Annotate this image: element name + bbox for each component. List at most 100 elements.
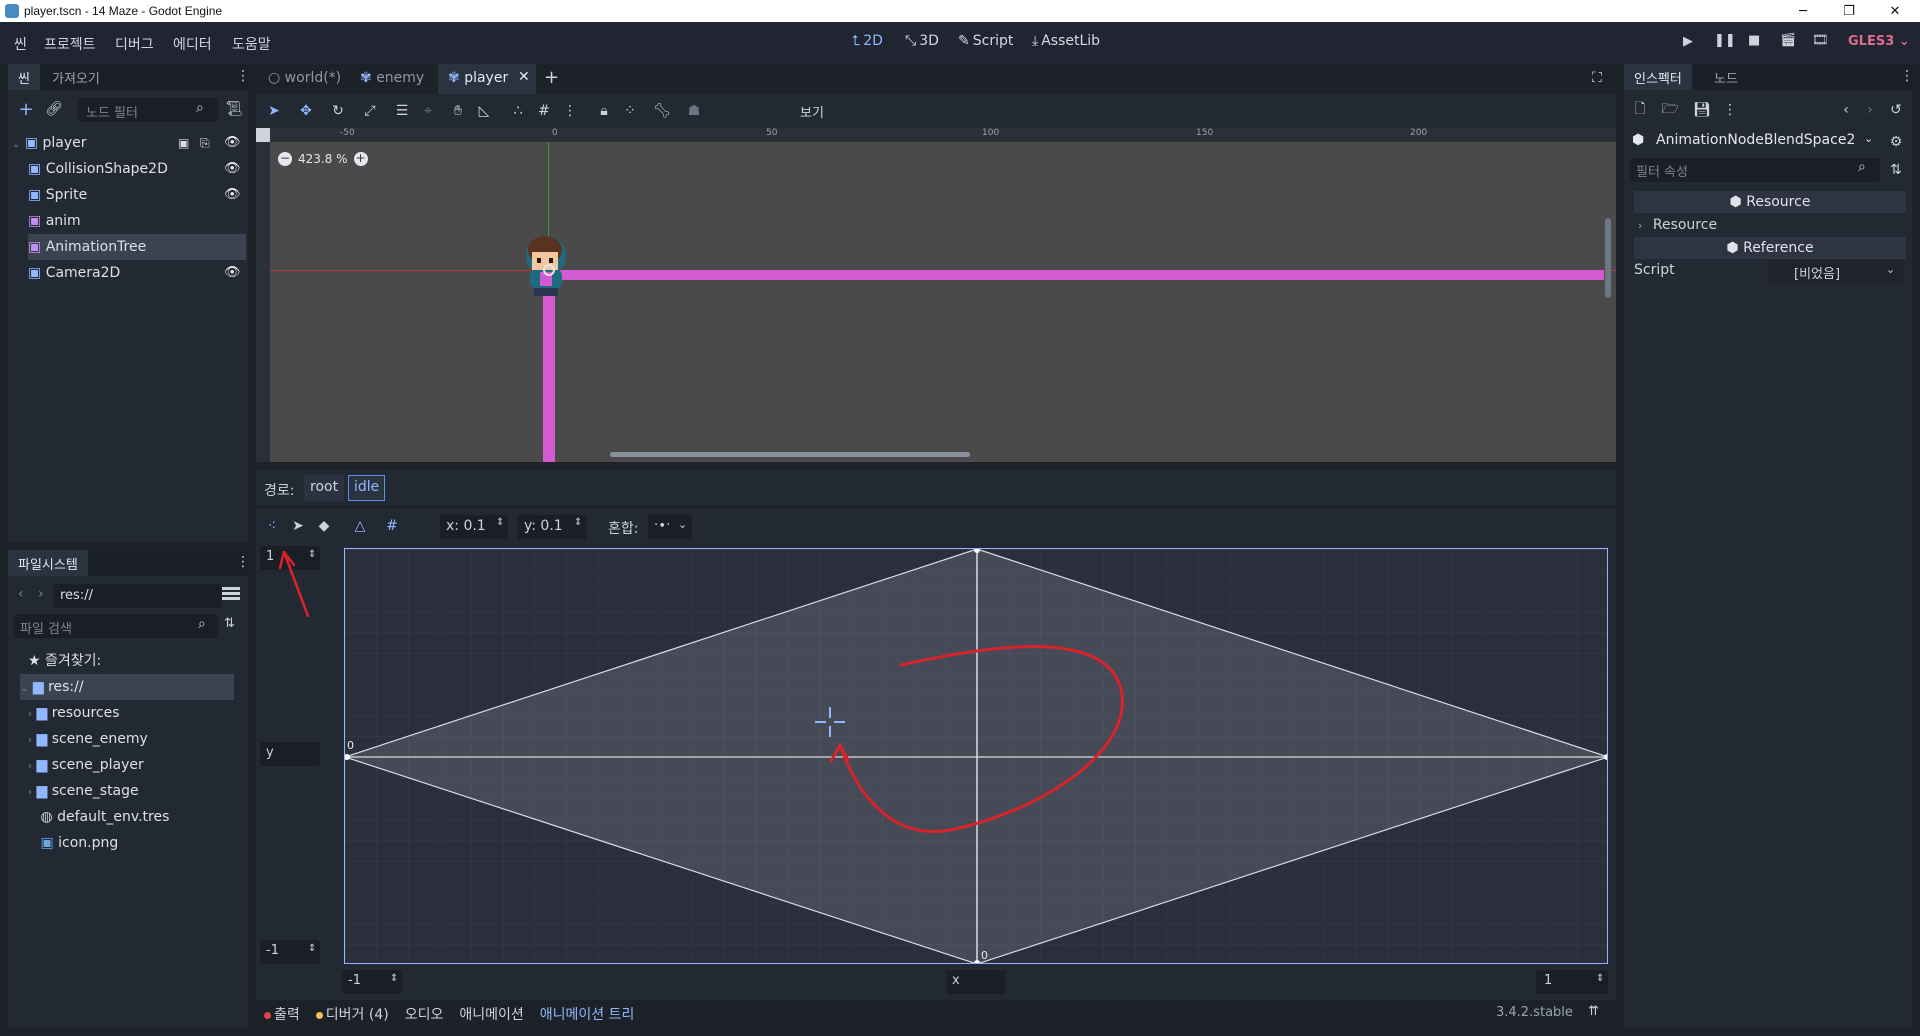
snap-x-spinbox[interactable]: x: 0.1 ⇕ [440, 515, 508, 539]
select-points-icon[interactable]: ➤ [286, 514, 310, 538]
visibility-icon[interactable]: 👁︎ [224, 182, 241, 208]
bottom-tab-3[interactable]: 애니메이션 [459, 1004, 523, 1026]
history-back-icon[interactable]: ‹ [1834, 98, 1858, 122]
group-icon[interactable]: ⁘ [618, 99, 642, 123]
play-scene-icon[interactable]: 🎬︎ [1780, 33, 1797, 48]
play-icon[interactable]: ▶ [1683, 34, 1693, 49]
file-item[interactable]: ◍ default_env.tres [28, 804, 169, 830]
mode-assetlib-button[interactable]: ⤓ AssetLib [1032, 33, 1100, 49]
scene-tab-player[interactable]: ✾ player ✕ [438, 64, 536, 94]
sort-icon[interactable]: ⇅ [224, 616, 235, 631]
menu-project[interactable]: 프로젝트 [44, 34, 96, 54]
property-filter-input[interactable]: 필터 속성 ⌕ [1630, 158, 1880, 182]
smart-snap-icon[interactable]: ∴ [506, 99, 530, 123]
folder-item[interactable]: › ▆ scene_stage [28, 778, 139, 804]
instance-scene-icon[interactable]: 🔗︎ [42, 97, 66, 121]
scene-node-sprite[interactable]: ▣ Sprite 👁︎ [28, 182, 246, 208]
camera-override-icon[interactable]: ☗ [682, 99, 706, 123]
close-window-button[interactable]: ✕ [1872, 0, 1918, 22]
create-points-icon[interactable]: ⁖ [260, 514, 284, 538]
visibility-icon[interactable]: 👁︎ [224, 260, 241, 286]
vertical-scrollbar[interactable] [1605, 218, 1611, 298]
blend-space-canvas[interactable]: 0 0 [344, 548, 1608, 964]
renderer-select[interactable]: GLES3 ⌄ [1848, 34, 1910, 49]
restore-button[interactable]: ❐ [1826, 0, 1872, 22]
folder-res-root[interactable]: ⌄ ▆ res:// [20, 674, 234, 700]
file-search-input[interactable]: 파일 검색 ⌕ [14, 614, 218, 638]
scene-node-animationtree[interactable]: ▣ AnimationTree [28, 234, 246, 260]
play-custom-scene-icon[interactable]: 🎞︎ [1812, 33, 1829, 48]
menu-scene[interactable]: 씬 [14, 34, 27, 54]
resource-menu-icon[interactable]: ⋮ [1718, 98, 1742, 122]
skeleton-icon[interactable]: 🦴︎ [650, 99, 674, 123]
scene-tab-enemy[interactable]: ✾ enemy [360, 70, 424, 86]
x-label-field[interactable]: x [946, 970, 1006, 994]
history-forward-icon[interactable]: › [1858, 98, 1882, 122]
history-icon[interactable]: ↺ [1884, 98, 1908, 122]
node-filter-input[interactable]: 노드 필터 ⌕ [78, 98, 218, 122]
horizontal-scrollbar[interactable] [610, 452, 970, 457]
property-options-icon[interactable]: ⇅ [1884, 158, 1908, 182]
bottom-tab-1[interactable]: 디버거 (4) [315, 1004, 389, 1026]
erase-points-icon[interactable]: ◆ [312, 514, 336, 538]
bottom-tab-4[interactable]: 애니메이션 트리 [540, 1004, 635, 1026]
rotate-mode-icon[interactable]: ↻ [326, 99, 350, 123]
back-icon[interactable]: ‹ [18, 586, 24, 602]
pan-mode-icon[interactable]: ✋︎ [446, 99, 470, 123]
snap-y-spinbox[interactable]: y: 0.1 ⇕ [518, 515, 586, 539]
path-field[interactable]: res:// [54, 584, 222, 608]
bottom-tab-2[interactable]: 오디오 [405, 1004, 444, 1026]
menu-help[interactable]: 도움말 [232, 34, 271, 54]
lock-icon[interactable]: 🔒︎ [592, 99, 616, 123]
ruler-mode-icon[interactable]: ◺ [472, 99, 496, 123]
path-idle-button[interactable]: idle [348, 475, 386, 501]
max-x-spinbox[interactable]: 1 ⇕ [1536, 970, 1608, 994]
add-tab-icon[interactable]: + [544, 67, 559, 88]
scene-node-camera2d[interactable]: ▣ Camera2D 👁︎ [28, 260, 246, 286]
script-property-value[interactable]: [비었음] ⌄ [1768, 260, 1904, 284]
section-resource[interactable]: ⬢ Resource [1634, 191, 1906, 213]
menu-editor[interactable]: 에디터 [173, 34, 212, 54]
visibility-icon[interactable]: 👁︎ [224, 130, 241, 156]
object-properties-icon[interactable]: ⚙ [1884, 130, 1908, 154]
min-x-spinbox[interactable]: -1 ⇕ [342, 970, 402, 994]
new-resource-icon[interactable]: 🗋︎ [1628, 98, 1652, 122]
folder-item[interactable]: › ▆ scene_player [28, 752, 144, 778]
attach-script-icon[interactable]: 📜︎ [222, 97, 246, 121]
subsection-resource[interactable]: › Resource [1634, 214, 1906, 236]
y-label-field[interactable]: y [260, 742, 320, 766]
toggle-split-icon[interactable] [222, 584, 240, 602]
section-reference[interactable]: ⬢ Reference [1634, 237, 1906, 259]
tab-import[interactable]: 가져오기 [42, 64, 110, 90]
move-mode-icon[interactable]: ✥ [294, 99, 318, 123]
expand-panel-icon[interactable]: ⇈ [1588, 1004, 1599, 1019]
tab-scene[interactable]: 씬 [8, 64, 40, 90]
snap-options-icon[interactable]: ⋮ [558, 99, 582, 123]
blend-mode-select[interactable]: ·∙· ⌄ [648, 515, 692, 539]
canvas-viewport[interactable]: -50 0 50 100 150 200 − 423.8 % + [256, 128, 1616, 462]
dock-menu-icon[interactable]: ⋮ [1900, 68, 1914, 84]
pause-icon[interactable]: ❚❚ [1714, 33, 1736, 48]
resource-selector[interactable]: ⬢ AnimationNodeBlendSpace2 ⌄ [1630, 130, 1882, 154]
minimize-button[interactable]: ─ [1780, 0, 1826, 22]
list-select-icon[interactable]: ☰ [390, 99, 414, 123]
snap-icon[interactable]: # [380, 514, 404, 538]
scene-node-player[interactable]: ⌄ ▣ player 👁︎ ▣ ⎘ [12, 130, 241, 156]
select-mode-icon[interactable]: ➤ [262, 99, 286, 123]
tab-filesystem[interactable]: 파일시스템 [8, 550, 88, 576]
min-y-spinbox[interactable]: -1 ⇕ [260, 940, 320, 964]
open-resource-icon[interactable]: 🗁︎ [1658, 98, 1682, 122]
mode-2d-button[interactable]: ⮤ 2D [852, 33, 883, 49]
mode-3d-button[interactable]: ⤡ 3D [905, 33, 939, 49]
visibility-icon[interactable]: 👁︎ [224, 156, 241, 182]
zoom-in-icon[interactable]: + [353, 152, 368, 166]
dock-menu-icon[interactable]: ⋮ [236, 68, 250, 84]
grid-snap-icon[interactable]: # [532, 99, 556, 123]
scene-node-anim[interactable]: ▣ anim [28, 208, 246, 234]
close-tab-icon[interactable]: ✕ [518, 69, 530, 85]
view-menu[interactable]: 보기 [800, 102, 824, 121]
forward-icon[interactable]: › [38, 586, 44, 602]
file-item[interactable]: ▣ icon.png [28, 830, 118, 856]
mode-script-button[interactable]: ✎ Script [958, 33, 1013, 49]
triangles-icon[interactable]: △ [348, 514, 372, 538]
